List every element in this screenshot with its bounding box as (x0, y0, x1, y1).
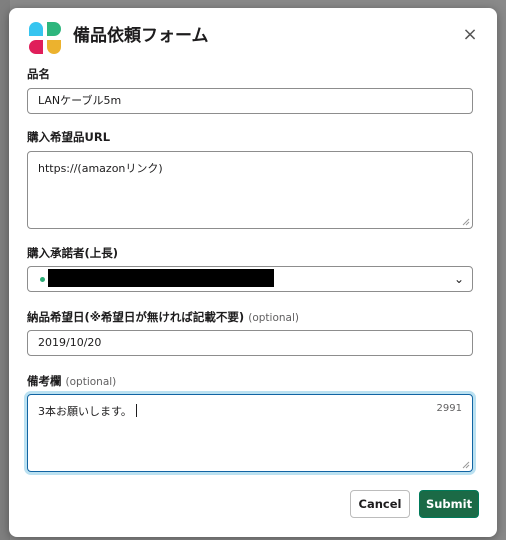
resize-handle-icon[interactable] (462, 461, 470, 469)
redacted-approver-name (48, 269, 274, 287)
desired-date-label: 納品希望日(※希望日が無ければ記載不要) (optional) (27, 310, 299, 324)
text-cursor (135, 404, 137, 417)
desired-date-input[interactable]: 2019/10/20 (27, 330, 473, 356)
purchase-url-textarea[interactable]: https://(amazonリンク) (27, 151, 473, 229)
remarks-textarea[interactable]: 3本お願いします。 2991 (27, 394, 473, 472)
char-counter: 2991 (436, 403, 462, 414)
modal-title: 備品依頼フォーム (73, 26, 209, 46)
status-dot-icon (40, 277, 45, 282)
optional-tag: (optional) (248, 312, 299, 324)
request-form-modal: 備品依頼フォーム × 品名 LANケーブル5m 購入希望品URL https:/… (9, 8, 497, 537)
close-icon[interactable]: × (461, 26, 479, 44)
optional-tag: (optional) (65, 376, 117, 388)
approver-select[interactable]: ⌄ (27, 266, 473, 292)
purchase-url-label: 購入希望品URL (27, 130, 111, 144)
chevron-down-icon[interactable]: ⌄ (454, 267, 464, 291)
item-name-label: 品名 (27, 67, 50, 81)
submit-button[interactable]: Submit (419, 490, 479, 518)
item-name-input[interactable]: LANケーブル5m (27, 88, 473, 114)
remarks-label: 備考欄 (optional) (27, 374, 117, 388)
slack-logo-icon (29, 22, 61, 54)
approver-label: 購入承諾者(上長) (27, 246, 119, 260)
cancel-button[interactable]: Cancel (350, 490, 410, 518)
resize-handle-icon[interactable] (462, 218, 470, 226)
